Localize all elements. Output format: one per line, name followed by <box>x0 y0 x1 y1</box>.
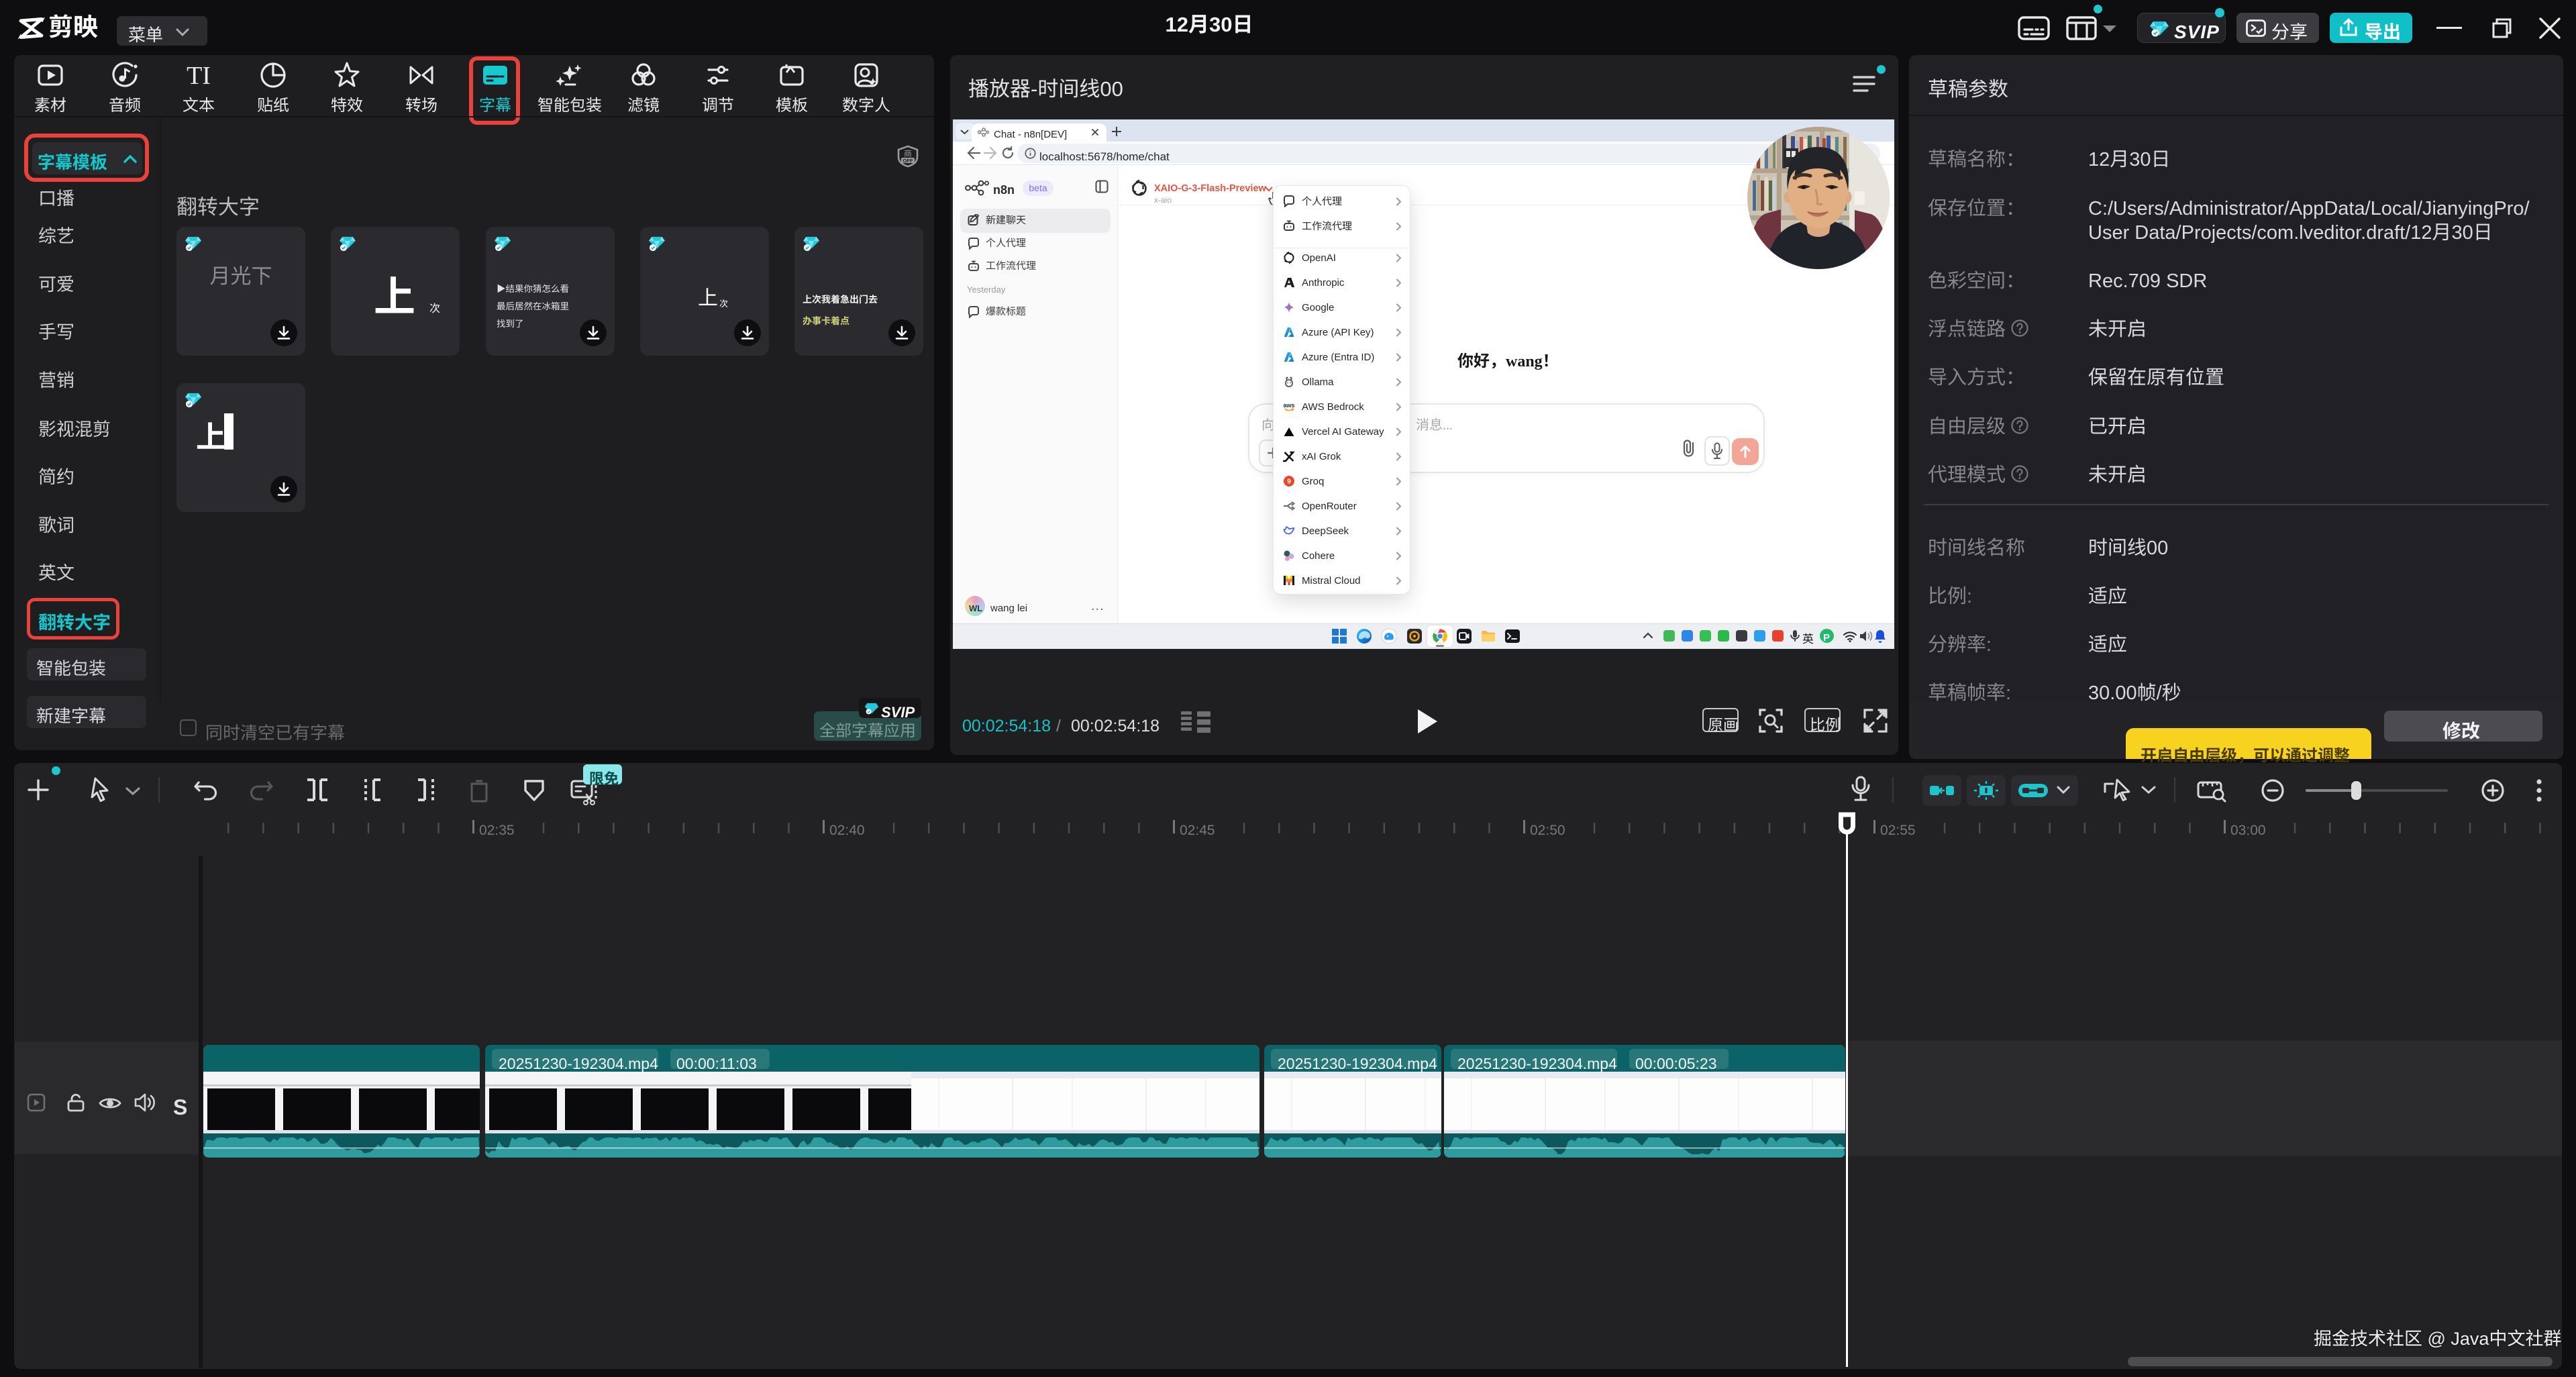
svg-text:9: 9 <box>1287 476 1291 486</box>
svg-text:OFF: OFF <box>903 157 913 164</box>
svg-text:TI: TI <box>187 62 211 89</box>
svg-text:aws: aws <box>1283 402 1294 409</box>
